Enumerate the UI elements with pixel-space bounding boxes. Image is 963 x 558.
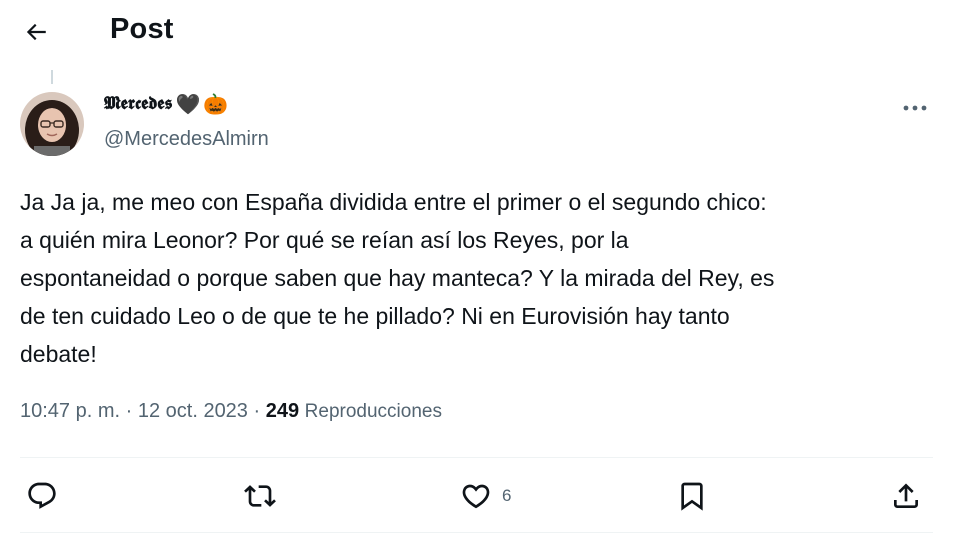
- reply-button[interactable]: [26, 478, 68, 514]
- like-button[interactable]: 6: [460, 478, 511, 514]
- top-bar: Post: [0, 0, 963, 60]
- like-count: 6: [502, 486, 512, 505]
- thread-connector-line: [51, 70, 53, 84]
- more-dots-icon: [903, 105, 927, 111]
- heart-icon: [462, 484, 490, 509]
- author-handle[interactable]: @MercedesAlmirn: [104, 128, 269, 151]
- more-options-button[interactable]: [897, 96, 933, 120]
- divider: [20, 457, 933, 458]
- display-name-text: 𝕸𝖊𝖗𝖈𝖊𝖉𝖊𝖘: [104, 93, 173, 114]
- meta-separator: ·: [120, 400, 138, 422]
- tweet-date[interactable]: 12 oct. 2023: [138, 400, 248, 423]
- bookmark-button[interactable]: [676, 478, 718, 514]
- share-icon: [894, 483, 918, 508]
- author-display-name[interactable]: 𝕸𝖊𝖗𝖈𝖊𝖉𝖊𝖘 🖤 🎃: [104, 93, 228, 114]
- back-arrow-icon: [26, 23, 46, 41]
- tweet-time[interactable]: 10:47 p. m.: [20, 400, 120, 423]
- repost-button[interactable]: [244, 478, 286, 514]
- meta-separator-2: ·: [247, 400, 266, 422]
- views-count[interactable]: 249: [266, 400, 299, 423]
- action-bar: 6: [0, 470, 963, 522]
- reply-icon: [28, 482, 56, 509]
- black-heart-icon: 🖤: [175, 91, 201, 116]
- views-label[interactable]: Reproducciones: [305, 401, 442, 423]
- repost-icon: [244, 485, 276, 507]
- avatar-image: [20, 92, 84, 156]
- tweet-text: Ja Ja ja, me meo con España dividida ent…: [20, 189, 775, 367]
- back-button[interactable]: [18, 14, 54, 50]
- share-button[interactable]: [890, 478, 932, 514]
- divider-bottom: [20, 532, 933, 533]
- pumpkin-icon: 🎃: [203, 91, 229, 116]
- bookmark-icon: [681, 482, 703, 511]
- avatar[interactable]: [20, 92, 84, 156]
- page-title: Post: [110, 13, 174, 45]
- tweet-metadata: 10:47 p. m. · 12 oct. 2023 · 249 Reprodu…: [20, 400, 442, 423]
